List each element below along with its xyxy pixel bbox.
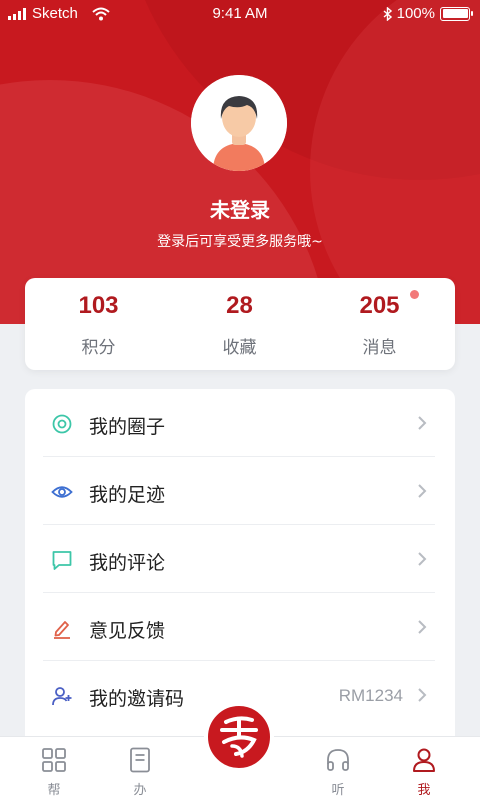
stats-card: 103 积分 28 收藏 205 消息 [25, 278, 455, 370]
stat-label: 积分 [81, 338, 116, 358]
eye-icon [51, 486, 73, 498]
stat-label: 收藏 [222, 338, 257, 358]
circle-target-icon [52, 414, 72, 434]
tab-label: 我 [417, 783, 431, 798]
brand-logo [220, 716, 258, 758]
login-hint: 登录后可享受更多服务哦~ [157, 234, 323, 250]
battery-icon [440, 6, 473, 21]
user-avatar-icon [191, 75, 287, 171]
chevron-right-icon [418, 620, 427, 634]
invite-code-value: RM1234 [338, 686, 403, 705]
menu-item-label: 我的邀请码 [89, 688, 185, 710]
grid-icon [42, 748, 66, 772]
chevron-right-icon [418, 688, 427, 702]
stat-favorites[interactable]: 28 收藏 [168, 278, 311, 370]
tab-label: 帮 [47, 783, 61, 798]
headphones-icon [327, 749, 349, 771]
tab-label: 办 [133, 783, 147, 798]
stat-messages[interactable]: 205 消息 [308, 278, 451, 370]
stat-label: 消息 [362, 338, 397, 358]
chevron-right-icon [418, 484, 427, 498]
chevron-right-icon [418, 552, 427, 566]
status-bar: Sketch 9:41 AM 100% [0, 0, 480, 28]
stat-value: 103 [78, 292, 119, 319]
stat-value: 205 [359, 292, 400, 319]
chevron-right-icon [418, 416, 427, 430]
login-status[interactable]: 未登录 [0, 194, 480, 223]
avatar[interactable] [191, 75, 287, 171]
menu-item-label: 我的评论 [89, 552, 166, 574]
stat-points[interactable]: 103 积分 [27, 278, 170, 370]
menu-item-comments[interactable]: 我的评论 [43, 525, 435, 593]
tab-handle[interactable]: 办 [100, 737, 180, 800]
menu-item-circles[interactable]: 我的圈子 [43, 389, 435, 457]
document-icon [130, 747, 150, 773]
center-home-button[interactable] [204, 702, 274, 772]
unread-badge-dot [410, 290, 419, 299]
menu-item-footprints[interactable]: 我的足迹 [43, 457, 435, 525]
user-icon [413, 748, 435, 772]
menu-item-label: 我的足迹 [89, 484, 166, 506]
menu-item-feedback[interactable]: 意见反馈 [43, 593, 435, 661]
comment-icon [52, 551, 72, 570]
tab-label: 听 [331, 783, 345, 798]
bluetooth-icon [383, 6, 392, 21]
battery-percent: 100% [396, 5, 435, 22]
tab-help[interactable]: 帮 [14, 737, 94, 800]
menu-item-label: 我的圈子 [89, 416, 166, 438]
menu-list: 我的圈子 我的足迹 我的评论 意见反馈 我的邀请码 RM1234 [25, 389, 455, 749]
tab-listen[interactable]: 听 [298, 737, 378, 800]
add-user-icon [52, 687, 72, 706]
stat-value: 28 [226, 292, 253, 319]
edit-icon [54, 621, 70, 639]
menu-item-label: 意见反馈 [89, 620, 166, 642]
tab-me[interactable]: 我 [384, 737, 464, 800]
